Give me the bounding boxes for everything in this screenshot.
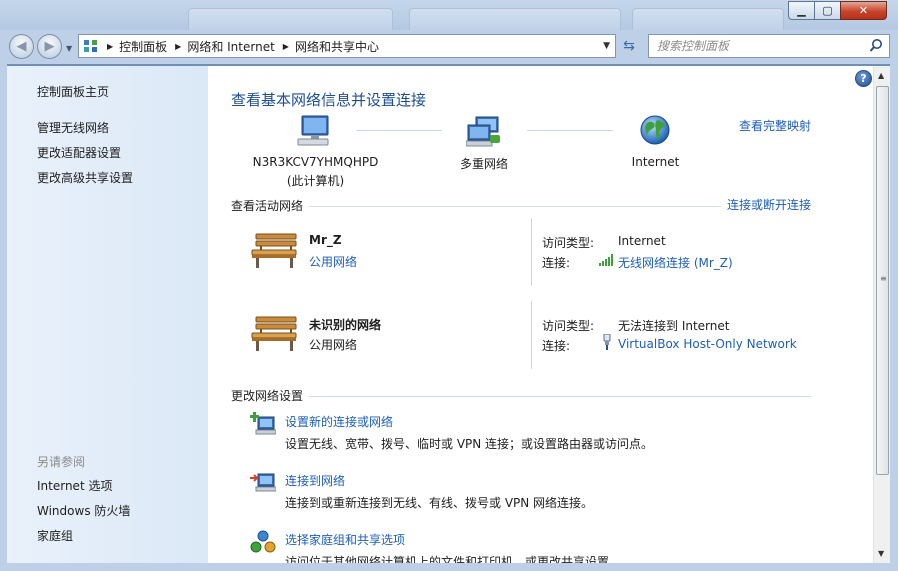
computer-name: N3R3KCV7YHMQHPD <box>252 155 379 169</box>
computer-icon <box>297 115 329 146</box>
network-type: 公用网络 <box>309 338 358 352</box>
window-frame <box>0 563 898 571</box>
section-divider <box>309 206 721 207</box>
change-settings-heading: 更改网络设置 <box>231 389 304 403</box>
navigation-bar: ◀ ▶ ▼ ▶ 控制面板 ▶ 网络和 Internet ▶ 网络和共享中心 ▼ … <box>0 30 898 64</box>
sidebar-item-manage-wireless[interactable]: 管理无线网络 <box>37 119 109 136</box>
full-map-link[interactable]: 查看完整映射 <box>739 117 811 134</box>
sidebar-item-windows-firewall[interactable]: Windows 防火墙 <box>37 502 130 519</box>
window-frame <box>890 30 898 571</box>
task-homegroup-link[interactable]: 选择家庭组和共享选项 <box>285 531 405 548</box>
internet-label: Internet <box>631 155 680 169</box>
network-name: Mr_Z <box>309 233 342 247</box>
computer-sub-label: (此计算机) <box>286 174 345 188</box>
forward-arrow-icon: ▶ <box>44 39 55 54</box>
wireless-connection-link[interactable]: 无线网络连接 (Mr_Z) <box>618 254 733 271</box>
virtualbox-connection-link[interactable]: VirtualBox Host-Only Network <box>618 337 797 351</box>
see-also-heading: 另请参阅 <box>37 455 86 469</box>
sidebar-item-control-panel-home[interactable]: 控制面板主页 <box>37 83 109 100</box>
sidebar-item-advanced-sharing[interactable]: 更改高级共享设置 <box>37 169 133 186</box>
window-frame <box>0 64 7 571</box>
access-type-label: 访问类型: <box>542 236 595 250</box>
section-divider <box>309 396 811 397</box>
access-type-value: 无法连接到 Internet <box>618 319 730 333</box>
control-panel-icon <box>84 40 97 52</box>
access-type-value: Internet <box>618 234 666 248</box>
homegroup-icon <box>250 530 276 553</box>
scroll-up-icon[interactable]: ▲ <box>878 71 884 80</box>
background-tab <box>188 8 393 30</box>
wireless-signal-icon <box>599 254 613 266</box>
scrollbar-grip-icon: ≡ <box>880 274 887 283</box>
multiple-networks-label: 多重网络 <box>459 157 508 171</box>
refresh-button[interactable]: ⇆ <box>618 36 640 56</box>
task-connect-network-link[interactable]: 连接到网络 <box>285 472 345 489</box>
forward-button[interactable]: ▶ <box>37 34 62 59</box>
breadcrumb-separator[interactable]: ▶ <box>175 42 181 51</box>
column-separator <box>531 218 532 286</box>
main-content: ? 查看基本网络信息并设置连接 查看完整映射 N3R3KCV7YHMQHPD (… <box>208 66 873 563</box>
help-button[interactable]: ? <box>855 70 872 87</box>
connection-label: 连接: <box>542 339 571 353</box>
title-bar: ▁ ▢ ✕ <box>0 0 898 30</box>
sidebar-item-homegroup[interactable]: 家庭组 <box>37 527 73 544</box>
vertical-scrollbar[interactable]: ▲ ≡ ▼ <box>873 66 890 563</box>
background-tab <box>632 8 784 30</box>
connect-disconnect-link[interactable]: 连接或断开连接 <box>727 196 811 213</box>
breadcrumb-separator[interactable]: ▶ <box>107 42 113 51</box>
task-description: 连接到或重新连接到无线、有线、拨号或 VPN 网络连接。 <box>285 496 594 510</box>
task-description: 设置无线、宽带、拨号、临时或 VPN 连接；或设置路由器或访问点。 <box>285 437 654 451</box>
back-button[interactable]: ◀ <box>9 34 34 59</box>
search-input[interactable] <box>649 35 859 57</box>
connect-network-icon <box>250 473 276 492</box>
sidebar-item-adapter-settings[interactable]: 更改适配器设置 <box>37 144 121 161</box>
search-box[interactable] <box>648 34 890 58</box>
public-network-bench-icon <box>251 316 297 351</box>
scroll-down-icon[interactable]: ▼ <box>878 549 884 558</box>
active-networks-heading: 查看活动网络 <box>231 199 304 213</box>
refresh-icon: ⇆ <box>623 38 635 54</box>
breadcrumb-network-internet[interactable]: 网络和 Internet <box>187 38 274 55</box>
breadcrumb-control-panel[interactable]: 控制面板 <box>119 38 167 55</box>
network-type-link[interactable]: 公用网络 <box>309 253 357 270</box>
task-setup-connection-link[interactable]: 设置新的连接或网络 <box>285 413 393 430</box>
map-link-line <box>527 130 613 131</box>
task-description: 访问位于其他网络计算机上的文件和打印机，或更改共享设置。 <box>285 555 622 563</box>
column-separator <box>531 301 532 369</box>
maximize-button[interactable]: ▢ <box>814 1 841 20</box>
sidebar-item-internet-options[interactable]: Internet 选项 <box>37 477 112 494</box>
public-network-bench-icon <box>251 233 297 268</box>
new-connection-icon <box>250 412 276 435</box>
search-icon[interactable] <box>869 38 883 54</box>
internet-globe-icon <box>640 115 670 145</box>
page-title: 查看基本网络信息并设置连接 <box>231 91 427 109</box>
help-icon: ? <box>860 72 867 85</box>
close-button[interactable]: ✕ <box>840 1 887 20</box>
ethernet-plug-icon <box>603 334 611 350</box>
multiple-networks-icon <box>466 116 500 147</box>
scrollbar-thumb[interactable]: ≡ <box>876 86 889 475</box>
address-bar[interactable]: ▶ 控制面板 ▶ 网络和 Internet ▶ 网络和共享中心 ▼ <box>78 34 616 58</box>
map-link-line <box>356 130 442 131</box>
access-type-label: 访问类型: <box>542 319 595 333</box>
network-name: 未识别的网络 <box>309 318 382 332</box>
breadcrumb-network-sharing-center[interactable]: 网络和共享中心 <box>295 38 379 55</box>
sidebar: 控制面板主页 管理无线网络 更改适配器设置 更改高级共享设置 另请参阅 Inte… <box>7 66 208 563</box>
minimize-button[interactable]: ▁ <box>788 1 815 20</box>
address-dropdown-icon[interactable]: ▼ <box>603 41 610 51</box>
breadcrumb-separator[interactable]: ▶ <box>283 42 289 51</box>
recent-pages-dropdown[interactable]: ▼ <box>66 44 72 53</box>
connection-label: 连接: <box>542 256 571 270</box>
back-arrow-icon: ◀ <box>16 39 27 54</box>
background-tab <box>409 8 621 30</box>
